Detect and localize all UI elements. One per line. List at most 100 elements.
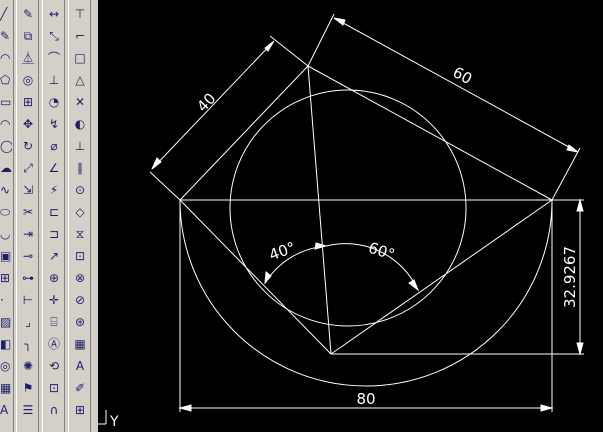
cloud-icon[interactable]: ☁	[0, 158, 12, 178]
leader-icon[interactable]: ↗	[44, 246, 64, 266]
snap-endpoint-icon[interactable]: □	[70, 48, 90, 68]
osnap-settings-icon[interactable]: ⊛	[70, 312, 90, 332]
snap-node-icon[interactable]: ⊗	[70, 268, 90, 288]
magnet-icon[interactable]: ∩	[44, 400, 64, 420]
dim-40-arrow-b	[264, 40, 275, 52]
quick-dim-icon[interactable]: ⚡	[44, 180, 64, 200]
arc-length-icon[interactable]: ⌒	[44, 48, 64, 68]
angle-60-text: 60°	[366, 239, 397, 264]
tolerance-icon[interactable]: ⊕	[44, 268, 64, 288]
stretch-icon[interactable]: ⇲	[18, 180, 38, 200]
chamfer-icon[interactable]: ⌟	[18, 312, 38, 332]
copy-icon[interactable]: ⧉	[18, 26, 38, 46]
mirror-icon[interactable]: ⏅	[18, 48, 38, 68]
text-icon[interactable]: A	[0, 400, 12, 420]
extend-icon[interactable]: ⇥	[18, 224, 38, 244]
dim-60-line	[333, 17, 579, 153]
offset-icon[interactable]: ◎	[18, 70, 38, 90]
pencil-icon[interactable]: ✎	[0, 26, 12, 46]
gradient-icon[interactable]: ◧	[0, 334, 12, 354]
snap-tangent-icon[interactable]: ◐	[70, 114, 90, 134]
dim-edit-icon[interactable]: ⌸	[44, 312, 64, 332]
radius-dim-icon[interactable]: ◔	[44, 92, 64, 112]
triangle-side-60[interactable]	[307, 65, 553, 201]
angular-dim-icon[interactable]: ∠	[44, 158, 64, 178]
ortho-icon[interactable]: ⌐	[70, 26, 90, 46]
snap-insert-icon[interactable]: ⊡	[70, 246, 90, 266]
snap-none-icon[interactable]: ⊘	[70, 290, 90, 310]
fillet-icon[interactable]: ╮	[18, 334, 38, 354]
dim-update-icon[interactable]: ⟲	[44, 356, 64, 376]
trim-icon[interactable]: ✂	[18, 202, 38, 222]
pencil-icon[interactable]: ✎	[18, 4, 38, 24]
rectangle-icon[interactable]: ▭	[0, 92, 12, 112]
triangle-side-40[interactable]	[179, 65, 309, 201]
circle-icon[interactable]: ◯	[0, 136, 12, 156]
snap-perpendicular-icon[interactable]: ⊥	[70, 136, 90, 156]
explode-icon[interactable]: ✺	[18, 356, 38, 376]
properties-icon[interactable]: ☰	[18, 400, 38, 420]
spline-icon[interactable]: ∿	[0, 180, 12, 200]
grid-icon[interactable]: ▦	[70, 334, 90, 354]
triangle-chord[interactable]	[307, 65, 332, 355]
dim-40-arrow-a	[151, 157, 162, 170]
table-icon[interactable]: ▦	[0, 378, 12, 398]
text-style-icon[interactable]: A	[70, 356, 90, 376]
lower-triangle-left[interactable]	[179, 199, 332, 355]
point-icon[interactable]: ·	[0, 290, 12, 310]
break-icon[interactable]: ⊶	[18, 268, 38, 288]
lower-triangle-right[interactable]	[330, 199, 553, 355]
region-icon[interactable]: ◎	[0, 356, 12, 376]
snap-center-icon[interactable]: ⊙	[70, 180, 90, 200]
drawing-canvas[interactable]: 40 60 80 32.9267 40° 60° Y	[98, 0, 603, 432]
make-block-icon[interactable]: ⊞	[0, 268, 12, 288]
vertical-dim-icon[interactable]: ⊤	[70, 4, 90, 24]
hatch-icon[interactable]: ▨	[0, 312, 12, 332]
jogged-dim-icon[interactable]: ↯	[44, 114, 64, 134]
array-icon[interactable]: ⊞	[18, 92, 38, 112]
toolbar-column-snap: ⊤ ⌐ □ △ ✕ ◐ ⊥ ∥ ⊙ ◇ ⧖ ⊡ ⊗ ⊘ ⊛ ▦ A ✐ ⊞	[68, 0, 91, 432]
dim-vert-arrow-a	[576, 198, 584, 212]
move-icon[interactable]: ✥	[18, 114, 38, 134]
polygon-icon[interactable]: ⬠	[0, 70, 12, 90]
ellipse-arc-icon[interactable]: ◡	[0, 224, 12, 244]
arc-icon[interactable]: ◠	[0, 114, 12, 134]
snap-intersection-icon[interactable]: ✕	[70, 92, 90, 112]
semicircle-arc[interactable]	[179, 199, 553, 387]
snap-nearest-icon[interactable]: ⧖	[70, 224, 90, 244]
continue-dim-icon[interactable]: ⊐	[44, 224, 64, 244]
diameter-dim-icon[interactable]: ⌀	[44, 136, 64, 156]
rotate-icon[interactable]: ↻	[18, 136, 38, 156]
linear-dim-icon[interactable]: ↔	[44, 4, 64, 24]
arc-icon[interactable]: ◠	[0, 48, 12, 68]
break-point-icon[interactable]: ⊸	[18, 246, 38, 266]
join-icon[interactable]: ⊢	[18, 290, 38, 310]
baseline-dim-icon[interactable]: ⊏	[44, 202, 64, 222]
edit-icon[interactable]: ✐	[70, 378, 90, 398]
snap-parallel-icon[interactable]: ∥	[70, 158, 90, 178]
dim-60-arrow-b	[566, 144, 579, 153]
scale-icon[interactable]: ⤢	[18, 158, 38, 178]
dim-style-icon[interactable]: ⊡	[44, 378, 64, 398]
line-icon[interactable]: ╱	[0, 4, 12, 24]
dim-vertical-text: 32.9267	[561, 246, 579, 308]
toolbar-column-draw: ╱ ✎ ◠ ⬠ ▭ ◠ ◯ ☁ ∿ ⬭ ◡ ▣ ⊞ · ▨ ◧ ◎ ▦ A	[0, 0, 14, 432]
snap-midpoint-icon[interactable]: △	[70, 70, 90, 90]
snap-quadrant-icon[interactable]: ◇	[70, 202, 90, 222]
aligned-dim-icon[interactable]: ⤡	[44, 26, 64, 46]
match-properties-icon[interactable]: ⚑	[18, 378, 38, 398]
dim-80-arrow-a	[178, 404, 192, 412]
angle-40-text: 40°	[267, 238, 298, 264]
dim-40-ext-right	[269, 35, 309, 67]
ellipse-icon[interactable]: ⬭	[0, 202, 12, 222]
insert-block-icon[interactable]: ▣	[0, 246, 12, 266]
dim-60-ext-left	[307, 13, 335, 67]
ordinate-dim-icon[interactable]: ⊥	[44, 70, 64, 90]
draw-modify-toolbar: ╱ ✎ ◠ ⬠ ▭ ◠ ◯ ☁ ∿ ⬭ ◡ ▣ ⊞ · ▨ ◧ ◎ ▦ A ✎ ⧉ ⏅ ◎ ⊞ ✥ ↻ ⤢ ⇲ ✂ ⇥ ⊸ ⊶ ⊢ ⌟ ╮ ✺ ⚑ ☰ …	[0, 0, 99, 432]
center-mark-icon[interactable]: ✛	[44, 290, 64, 310]
drawing-svg: 40 60 80 32.9267 40° 60° Y	[98, 13, 584, 430]
extra-icon[interactable]: ⊞	[70, 400, 90, 420]
dim-text-edit-icon[interactable]: Ⓐ	[44, 334, 64, 354]
angle-40-arrow-b	[314, 242, 328, 250]
circumscribed-circle[interactable]	[229, 89, 467, 327]
